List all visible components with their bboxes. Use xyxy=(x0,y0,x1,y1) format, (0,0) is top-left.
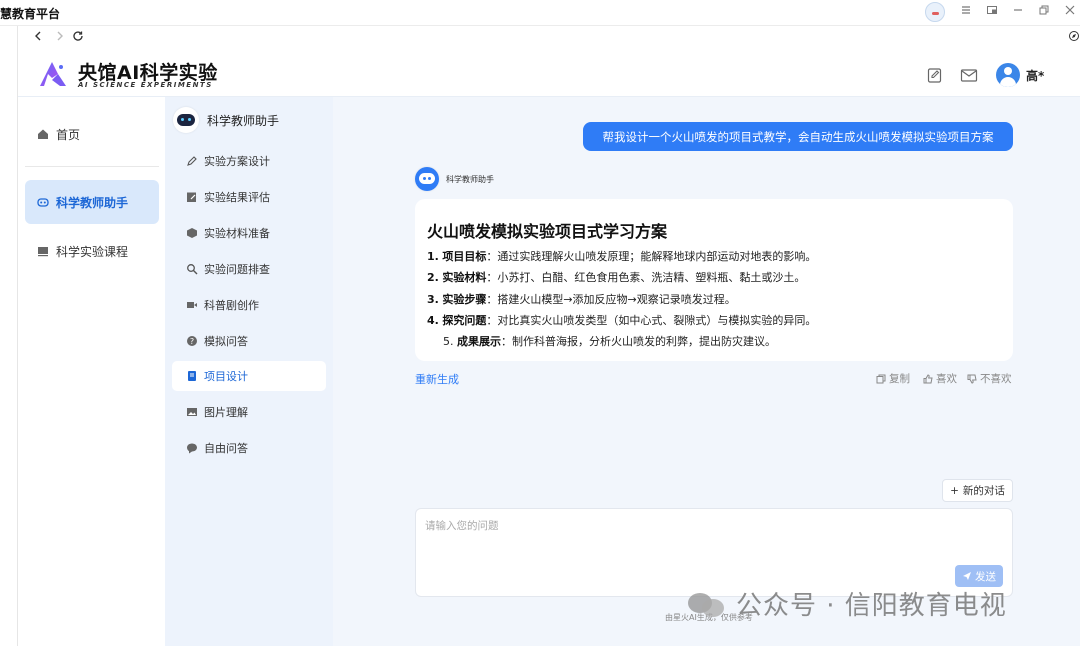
answer-title: 火山喷发模拟实验项目式学习方案 xyxy=(427,222,668,241)
dislike-label: 不喜欢 xyxy=(980,373,1012,385)
chat-input-box: 发送 xyxy=(415,508,1013,597)
edit-icon xyxy=(187,192,196,202)
answer-point: 4. 探究问题：对比真实火山喷发类型（如中心式、裂隙式）与模拟实验的异同。 xyxy=(427,314,817,327)
sidebar-item-course[interactable]: 科学实验课程 xyxy=(25,229,159,273)
thumbs-up-icon xyxy=(923,373,933,383)
robot-icon xyxy=(37,198,49,207)
plus-icon: + xyxy=(950,484,959,497)
send-button[interactable]: 发送 xyxy=(955,565,1003,587)
browser-navbar xyxy=(18,26,1080,52)
copy-button[interactable]: 复制 xyxy=(876,371,910,386)
thumbs-down-icon xyxy=(967,374,977,384)
svg-text:?: ? xyxy=(190,337,194,346)
subpanel-item-materials[interactable]: 实验材料准备 xyxy=(172,218,326,248)
bot-name: 科学教师助手 xyxy=(446,174,494,184)
notes-icon[interactable] xyxy=(926,66,944,84)
assistant-subpanel: 科学教师助手 实验方案设计 实验结果评估 实验材料准备 实验问题排查 科普剧创作… xyxy=(165,97,333,646)
answer-point: 1. 项目目标：通过实践理解火山喷发原理；能解释地球内部运动对地表的影响。 xyxy=(427,250,817,263)
bot-avatar-icon xyxy=(415,167,439,191)
subpanel-item-project-design[interactable]: 项目设计 xyxy=(172,361,326,391)
answer-point: 3. 实验步骤：搭建火山模型→添加反应物→观察记录喷发过程。 xyxy=(427,293,736,306)
copy-label: 复制 xyxy=(889,373,910,385)
window-title: 慧教育平台 xyxy=(0,7,61,21)
sidebar-divider xyxy=(25,166,159,167)
sidebar-item-label: 科学教师助手 xyxy=(56,195,129,210)
watermark-text: 公众号 · 信阳教育电视 xyxy=(736,591,1007,621)
restore-icon[interactable] xyxy=(1036,4,1052,20)
sidebar-item-label: 首页 xyxy=(56,127,81,142)
app-header: 央馆AI科学实验 AI SCIENCE EXPERIMENTS 高* xyxy=(18,52,1080,97)
new-chat-button[interactable]: + 新的对话 xyxy=(942,479,1013,502)
logo-subtitle: AI SCIENCE EXPERIMENTS xyxy=(78,81,213,89)
forward-icon[interactable] xyxy=(52,30,68,46)
subpanel-item-result-eval[interactable]: 实验结果评估 xyxy=(172,182,326,212)
subpanel-item-label: 实验结果评估 xyxy=(204,191,270,204)
subpanel-item-image-understanding[interactable]: 图片理解 xyxy=(172,397,326,427)
subpanel-item-label: 自由问答 xyxy=(204,442,248,455)
subpanel-title: 科学教师助手 xyxy=(207,113,280,128)
send-icon xyxy=(963,572,971,580)
logo-icon[interactable] xyxy=(38,60,68,88)
copy-icon xyxy=(876,374,886,383)
sidebar-item-teacher-assistant[interactable]: 科学教师助手 xyxy=(25,180,159,224)
subpanel-item-label: 实验材料准备 xyxy=(204,227,270,240)
subpanel-item-scheme-design[interactable]: 实验方案设计 xyxy=(172,146,326,176)
regenerate-button[interactable]: 重新生成 xyxy=(415,371,459,387)
image-icon xyxy=(187,408,197,416)
subpanel-item-label: 科普剧创作 xyxy=(204,299,259,312)
subpanel-item-label: 项目设计 xyxy=(204,370,248,383)
bot-label: 科学教师助手 xyxy=(415,167,494,191)
course-icon xyxy=(38,247,48,257)
answer-point: 2. 实验材料：小苏打、白醋、红色食用色素、洗洁精、塑料瓶、黏土或沙土。 xyxy=(427,271,806,284)
chat-input[interactable] xyxy=(425,518,955,578)
subpanel-item-mock-qa[interactable]: ? 模拟问答 xyxy=(172,326,326,356)
user-message: 帮我设计一个火山喷发的项目式教学，会自动生成火山喷发模拟实验项目方案 xyxy=(583,122,1013,151)
sidebar: 首页 科学教师助手 科学实验课程 xyxy=(18,97,165,646)
settings-icon[interactable] xyxy=(958,4,974,20)
assistant-avatar-icon xyxy=(173,107,199,133)
left-edge-strip xyxy=(0,26,18,646)
wechat-icon xyxy=(688,589,728,619)
pencil-icon xyxy=(187,156,197,166)
compass-icon[interactable] xyxy=(1066,30,1080,46)
subpanel-header: 科学教师助手 xyxy=(173,107,279,133)
sidebar-item-home[interactable]: 首页 xyxy=(25,112,159,156)
pip-icon[interactable] xyxy=(984,4,1000,20)
chat-icon xyxy=(187,443,197,454)
new-chat-label: 新的对话 xyxy=(962,485,1005,497)
search-icon xyxy=(187,264,198,275)
book-icon xyxy=(188,371,196,381)
subpanel-item-label: 图片理解 xyxy=(204,406,248,419)
video-icon xyxy=(187,302,197,308)
subpanel-item-label: 实验方案设计 xyxy=(204,155,270,168)
watermark: 公众号 · 信阳教育电视 xyxy=(688,585,1007,622)
minimize-icon[interactable] xyxy=(1010,4,1026,20)
refresh-icon[interactable] xyxy=(70,30,86,46)
window-titlebar: 慧教育平台 xyxy=(0,0,1080,26)
like-button[interactable]: 喜欢 xyxy=(923,371,957,386)
close-icon[interactable] xyxy=(1062,4,1078,20)
answer-point: 5. 成果展示：制作科普海报，分析火山喷发的利弊，提出防灾建议。 xyxy=(443,335,776,348)
subpanel-item-free-qa[interactable]: 自由问答 xyxy=(172,433,326,463)
subpanel-item-label: 模拟问答 xyxy=(204,335,248,348)
mail-icon[interactable] xyxy=(960,66,978,84)
send-label: 发送 xyxy=(975,570,996,583)
question-icon: ? xyxy=(187,336,197,346)
cube-icon xyxy=(187,228,197,238)
sidebar-item-label: 科学实验课程 xyxy=(56,244,129,259)
subpanel-item-troubleshoot[interactable]: 实验问题排查 xyxy=(172,254,326,284)
home-icon xyxy=(38,129,48,139)
mascot-icon[interactable] xyxy=(925,2,945,22)
back-icon[interactable] xyxy=(30,30,46,46)
subpanel-item-science-drama[interactable]: 科普剧创作 xyxy=(172,290,326,320)
like-label: 喜欢 xyxy=(936,373,957,385)
bot-answer-card: 火山喷发模拟实验项目式学习方案 1. 项目目标：通过实践理解火山喷发原理；能解释… xyxy=(415,199,1013,361)
subpanel-item-label: 实验问题排查 xyxy=(204,263,270,276)
avatar[interactable] xyxy=(996,63,1020,87)
dislike-button[interactable]: 不喜欢 xyxy=(967,371,1012,386)
chat-main: 帮我设计一个火山喷发的项目式教学，会自动生成火山喷发模拟实验项目方案 科学教师助… xyxy=(333,97,1080,646)
username[interactable]: 高* xyxy=(1026,67,1044,84)
